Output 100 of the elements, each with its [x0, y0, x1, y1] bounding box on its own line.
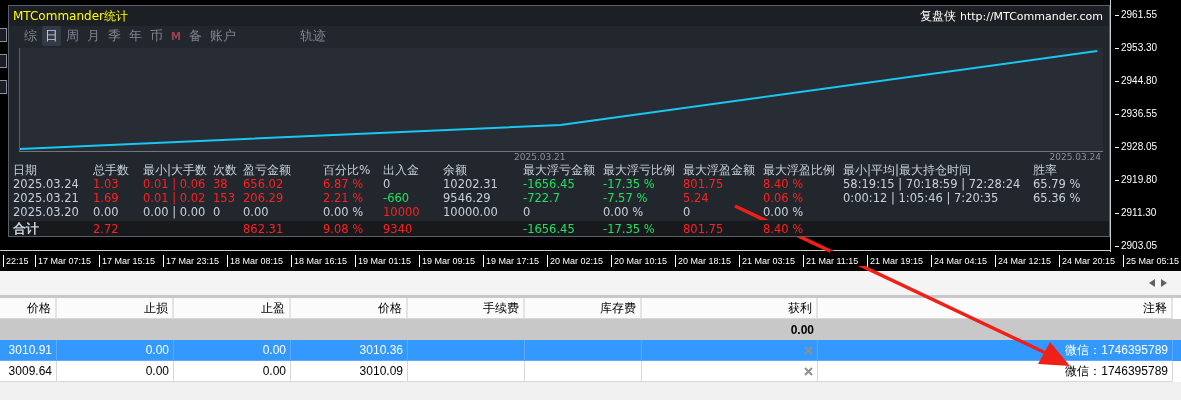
table-cell-text: 0.00 % — [603, 205, 645, 219]
brand-name: 复盘侠 — [919, 7, 956, 25]
column-header[interactable]: 价格 — [291, 298, 408, 319]
column-header: 最大浮亏金额 — [523, 163, 596, 177]
table-cell-text: 10202.31 — [443, 177, 499, 191]
table-cell-text: 8.40 % — [763, 177, 805, 191]
tab[interactable]: 综 — [21, 26, 40, 46]
time-label: 17 Mar 07:15 — [35, 255, 99, 267]
column-header: 余额 — [443, 163, 468, 177]
column-header: 出入金 — [383, 163, 420, 177]
table-cell-text: 10000.00 — [443, 205, 499, 219]
close-icon[interactable] — [804, 366, 813, 376]
column-header: 最大浮盈金额 — [683, 163, 756, 177]
table-cell-text: 1.69 — [93, 191, 120, 205]
time-label: 21 Mar 19:15 — [867, 255, 931, 267]
time-label: 20 Mar 18:15 — [675, 255, 739, 267]
time-label: 17 Mar 15:15 — [99, 255, 163, 267]
table-cell-text: 0 — [683, 205, 692, 219]
total-cell-text: 9340 — [383, 221, 414, 236]
column-header[interactable]: 止盈 — [174, 298, 291, 319]
column-header: 最大浮盈比例 — [763, 163, 836, 177]
table-cell-text: 0.01 | 0.02 — [143, 191, 207, 205]
tab[interactable]: 日 — [42, 26, 61, 46]
table-cell-text: 801.75 — [683, 177, 725, 191]
table-cell-text: -722.7 — [523, 191, 562, 205]
website-url[interactable]: http://MTCommander.com — [959, 9, 1103, 23]
table-cell-text: 0 — [213, 205, 222, 219]
table-cell-text: 0.00 — [93, 205, 120, 219]
column-header: 总手数 — [93, 163, 130, 177]
table-cell-text: 38 — [213, 177, 229, 191]
table-cell-text: 656.02 — [243, 177, 285, 191]
table-cell-text: 58:19:15 | 70:18:59 | 72:28:24 — [843, 177, 1022, 191]
scroll-left-icon[interactable] — [1149, 279, 1155, 287]
table-cell-text: 0.00 % — [763, 205, 805, 219]
table-cell-text: 10000 — [383, 205, 421, 219]
tab[interactable]: 年 — [126, 26, 145, 46]
column-header[interactable]: 价格 — [0, 298, 57, 319]
time-label: 22:15 — [3, 255, 35, 267]
tab[interactable]: 币 — [147, 26, 166, 46]
column-header: 胜率 — [1033, 163, 1058, 177]
column-header: 最小|大手数 — [143, 163, 209, 177]
table-cell-text: 0 — [523, 205, 532, 219]
table-cell-text: 5.24 — [683, 191, 710, 205]
table-cell-text: 1.03 — [93, 177, 120, 191]
time-label: 24 Mar 20:15 — [1059, 255, 1123, 267]
time-label: 19 Mar 17:15 — [483, 255, 547, 267]
tab[interactable]: 周 — [63, 26, 82, 46]
table-cell-text: 153 — [213, 191, 236, 205]
table-cell-text: 2025.03.24 — [13, 177, 80, 191]
chart-date: 2025.03.21 — [514, 152, 566, 163]
side-button[interactable] — [0, 28, 7, 42]
chart-date: 2025.03.24 — [1049, 152, 1101, 163]
scroll-right-icon[interactable] — [1161, 279, 1167, 287]
table-cell-text: 6.87 % — [323, 177, 365, 191]
table-cell: 0.00 — [174, 361, 291, 382]
table-cell-text: 206.29 — [243, 191, 285, 205]
panel-title: MTCommander统计 — [13, 7, 128, 25]
table-cell-text: 9546.29 — [443, 191, 492, 205]
time-label: 20 Mar 10:15 — [611, 255, 675, 267]
table-cell: 3009.64 — [0, 361, 57, 382]
total-cell-text: 2.72 — [93, 221, 120, 236]
table-cell-text: 0.01 | 0.06 — [143, 177, 207, 191]
table-cell-text: 0.00 % — [323, 205, 365, 219]
tab[interactable]: 账户 — [206, 26, 239, 46]
table-cell-text: -1656.45 — [523, 177, 576, 191]
table-cell-text: 0.00 | 0.00 — [143, 205, 207, 219]
table-cell: 0.00 — [57, 361, 174, 382]
time-label: 21 Mar 03:15 — [739, 255, 803, 267]
total-cell-text: 8.40 % — [763, 221, 805, 236]
total-cell-text: 801.75 — [683, 221, 725, 236]
total-cell-text: 862.31 — [243, 221, 285, 236]
total-cell-text: -1656.45 — [523, 221, 576, 236]
table-cell-text: 65.36 % — [1033, 191, 1082, 205]
column-header[interactable]: 获利 — [642, 298, 818, 319]
column-header[interactable]: 库存费 — [525, 298, 642, 319]
column-header[interactable]: 止损 — [57, 298, 174, 319]
column-header: 日期 — [13, 163, 38, 177]
table-cell-text: 2.21 % — [323, 191, 365, 205]
time-label: 20 Mar 02:15 — [547, 255, 611, 267]
summary-profit: 0.00 — [789, 321, 815, 339]
time-label: 18 Mar 08:15 — [227, 255, 291, 267]
tab[interactable]: 轨迹 — [296, 26, 329, 46]
column-header: 次数 — [213, 163, 238, 177]
tab[interactable]: 备 — [185, 26, 205, 46]
time-label: 17 Mar 23:15 — [163, 255, 227, 267]
time-label: 25 Mar 05:15 — [1123, 255, 1181, 267]
table-cell-text: -660 — [383, 191, 411, 205]
time-label: 24 Mar 04:15 — [931, 255, 995, 267]
time-label: 19 Mar 09:15 — [419, 255, 483, 267]
tab[interactable]: 月 — [84, 26, 103, 46]
table-cell-text: 65.79 % — [1033, 177, 1082, 191]
column-header[interactable]: 手续费 — [408, 298, 525, 319]
side-button[interactable] — [0, 80, 7, 94]
table-cell: 3010.09 — [291, 361, 408, 382]
side-button[interactable] — [0, 54, 7, 68]
tab[interactable]: 季 — [105, 26, 124, 46]
table-row[interactable]: 3009.64 0.00 0.00 3010.09 微信：1746395789 — [0, 361, 1181, 382]
time-label: 24 Mar 12:15 — [995, 255, 1059, 267]
table-cell-text: 0 — [383, 177, 392, 191]
column-header[interactable]: 注释 — [818, 298, 1173, 319]
